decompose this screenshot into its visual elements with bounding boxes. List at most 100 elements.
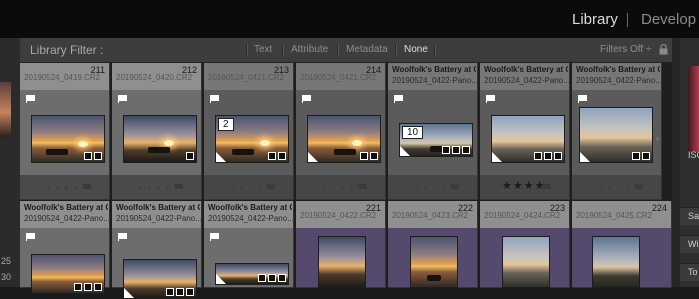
rating-dots[interactable]: • • • • • <box>231 183 272 192</box>
cell-title: Woolfolk's Battery at G... <box>116 203 200 212</box>
photo-thumbnail[interactable] <box>579 107 653 163</box>
color-label[interactable] <box>543 184 551 189</box>
grid-cell[interactable]: Woolfolk's Battery at G... 20190524_0422… <box>480 63 570 200</box>
tag-badge-icon <box>442 146 450 154</box>
photo-thumbnail[interactable] <box>31 115 105 163</box>
grid-cell[interactable]: 222 20190524_0423.CR2 <box>388 201 478 288</box>
grid-cell[interactable]: Woolfolk's Battery at G... 20190524_0422… <box>20 201 110 294</box>
filter-metadata[interactable]: Metadata <box>346 44 388 55</box>
color-label[interactable] <box>83 184 91 189</box>
grid-cell[interactable]: 213 20190524_0421.CR2 2 • • • • • <box>204 63 294 200</box>
rating-dots[interactable]: • • • • • <box>323 183 364 192</box>
expand-stack-arrow-icon[interactable]: › <box>656 133 659 143</box>
photo-thumbnail[interactable] <box>31 254 105 294</box>
stack-count-badge[interactable]: 2 <box>218 118 234 131</box>
filter-attribute[interactable]: Attribute <box>291 44 328 55</box>
photo-thumbnail[interactable] <box>502 236 550 288</box>
flag-icon[interactable] <box>578 95 587 103</box>
flag-icon[interactable] <box>26 95 35 103</box>
module-library[interactable]: Library <box>572 11 618 28</box>
develop-badge-icon <box>462 146 470 154</box>
cell-header: 221 20190524_0422.CR2 <box>296 201 385 228</box>
grid-cell[interactable]: 212 20190524_0420.CR2 • • • • • <box>112 63 202 200</box>
grid-cell[interactable]: 211 20190524_0419.CR2 • • • • • <box>20 63 110 200</box>
grid-cell[interactable]: 223 20190524_0424.CR2 <box>480 201 570 288</box>
rating-dots[interactable]: • • • • • <box>47 183 88 192</box>
develop-badge-icon <box>278 152 286 160</box>
cell-footer: • • • • • <box>112 175 201 199</box>
cell-title: Woolfolk's Battery at G... <box>392 65 476 74</box>
flag-icon[interactable] <box>210 95 219 103</box>
rating-dots[interactable]: • • • • • <box>415 183 456 192</box>
histogram <box>688 66 699 152</box>
flag-icon[interactable] <box>118 95 127 103</box>
develop-badge-icon <box>94 152 102 160</box>
grid-cell[interactable]: 214 20190524_0421.CR2 • • • • • <box>296 63 386 200</box>
cell-filename: 20190524_0422-Pano... <box>116 214 202 223</box>
stack-corner-icon <box>580 152 590 162</box>
cell-header: Woolfolk's Battery at G... 20190524_0422… <box>20 201 110 228</box>
develop-badge-icon <box>186 152 194 160</box>
photo-thumbnail[interactable] <box>491 115 565 163</box>
photo-thumbnail[interactable]: 2 <box>215 115 289 163</box>
cell-footer: • • • • • <box>20 175 109 199</box>
cell-filename: 20190524_0422-Pano... <box>208 214 294 223</box>
grid-cell[interactable]: 221 20190524_0422.CR2 <box>296 201 386 288</box>
quick-develop-row[interactable]: Sa <box>680 207 699 225</box>
flag-icon[interactable] <box>394 95 403 103</box>
filter-none[interactable]: None <box>404 44 428 55</box>
quick-develop-label: Wi <box>688 239 699 249</box>
rating-dots[interactable]: • • • • • <box>599 183 640 192</box>
cell-title: Woolfolk's Battery at G... <box>576 65 660 74</box>
flag-icon[interactable] <box>210 233 219 241</box>
color-label[interactable] <box>359 184 367 189</box>
develop-badge-icon <box>278 274 286 282</box>
cell-footer: • • • • • <box>388 175 477 199</box>
photo-thumbnail[interactable] <box>123 115 197 163</box>
left-panel: 25 30 <box>0 38 20 287</box>
crop-badge-icon <box>452 146 460 154</box>
photo-thumbnail[interactable] <box>410 236 458 288</box>
navigator-preview[interactable] <box>0 82 11 137</box>
filter-text[interactable]: Text <box>254 44 272 55</box>
crop-badge-icon <box>632 152 640 160</box>
color-label[interactable] <box>635 184 643 189</box>
grid-cell[interactable]: Woolfolk's Battery at G... 20190524_0422… <box>572 63 662 200</box>
left-panel-count: 25 <box>1 256 12 266</box>
photo-thumbnail[interactable] <box>592 236 640 288</box>
color-label[interactable] <box>267 184 275 189</box>
stack-count-badge[interactable]: 10 <box>402 126 424 139</box>
stack-corner-icon <box>124 288 134 298</box>
cell-footer: • • • • • <box>296 175 385 199</box>
grid-cell[interactable]: Woolfolk's Battery at G... 20190524_0422… <box>204 201 294 288</box>
crop-badge-icon <box>176 288 184 296</box>
lock-icon[interactable] <box>659 44 668 55</box>
library-filter-title: Library Filter : <box>30 43 104 57</box>
color-label[interactable] <box>451 184 459 189</box>
photo-thumbnail[interactable] <box>318 236 366 288</box>
photo-thumbnail[interactable] <box>123 259 197 299</box>
cell-header: 213 20190524_0421.CR2 <box>204 63 293 90</box>
grid-scrollbar[interactable] <box>672 38 680 287</box>
quick-develop-row[interactable]: Wi <box>680 235 699 253</box>
color-label[interactable] <box>175 184 183 189</box>
grid-cell[interactable]: 224 20190524_0425.CR2 <box>572 201 672 288</box>
star-rating[interactable]: ★★★★ <box>502 179 545 192</box>
photo-thumbnail[interactable] <box>215 263 289 285</box>
flag-icon[interactable] <box>118 233 127 241</box>
tag-badge-icon <box>74 283 82 291</box>
module-develop[interactable]: Develop <box>641 11 696 28</box>
rating-dots[interactable]: • • • • • <box>139 183 180 192</box>
photo-thumbnail[interactable] <box>307 115 381 163</box>
cell-header: Woolfolk's Battery at G... 20190524_0422… <box>204 201 294 228</box>
flag-icon[interactable] <box>486 95 495 103</box>
cell-filename: 20190524_0424.CR2 <box>484 211 561 220</box>
quick-develop-row[interactable]: To <box>680 263 699 281</box>
cell-filename: 20190524_0422-Pano... <box>392 76 478 85</box>
grid-cell[interactable]: Woolfolk's Battery at G... 20190524_0422… <box>112 201 202 299</box>
flag-icon[interactable] <box>26 233 35 241</box>
grid-cell[interactable]: Woolfolk's Battery at G... 20190524_0422… <box>388 63 478 200</box>
photo-thumbnail[interactable]: 10 <box>399 123 473 157</box>
filter-presets-dropdown[interactable]: Filters Off ÷ <box>600 44 651 55</box>
flag-icon[interactable] <box>302 95 311 103</box>
